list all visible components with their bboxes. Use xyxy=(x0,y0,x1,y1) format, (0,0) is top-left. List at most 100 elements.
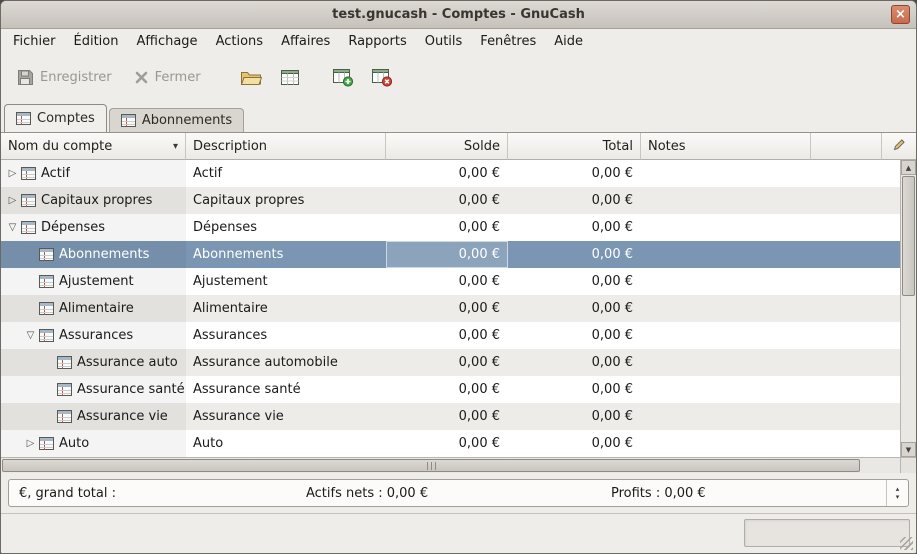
account-row-actif[interactable]: ▷ActifActif0,00 €0,00 € xyxy=(1,160,900,187)
account-description: Alimentaire xyxy=(186,295,386,322)
account-name: Assurances xyxy=(59,328,133,343)
account-icon xyxy=(121,114,136,127)
tab-abonnements[interactable]: Abonnements xyxy=(109,108,244,132)
expander-collapsed-icon[interactable]: ▷ xyxy=(5,168,20,179)
titlebar[interactable]: test.gnucash - Comptes - GnuCash × xyxy=(1,1,916,29)
accounts-page: Nom du compte▾Description Solde TotalNotes… xyxy=(1,133,916,473)
vscroll-trough[interactable] xyxy=(901,175,916,442)
window-close-button[interactable]: × xyxy=(891,5,910,24)
scroll-up-button[interactable]: ▲ xyxy=(901,160,916,175)
account-row-capitaux-propres[interactable]: ▷Capitaux propresCapitaux propres0,00 €0… xyxy=(1,187,900,214)
account-name: Auto xyxy=(59,436,89,451)
save-button[interactable]: Enregistrer xyxy=(7,63,122,92)
account-name: Dépenses xyxy=(41,220,105,235)
grand-total-label: €, grand total : xyxy=(9,486,296,501)
menu-edition[interactable]: Édition xyxy=(65,29,128,55)
account-row-abonnements[interactable]: AbonnementsAbonnements0,00 €0,00 € xyxy=(1,241,900,268)
hscroll-thumb[interactable] xyxy=(2,459,860,472)
menu-aide[interactable]: Aide xyxy=(545,29,592,55)
account-icon xyxy=(39,329,54,342)
account-total: 0,00 € xyxy=(508,430,641,457)
account-notes xyxy=(641,403,811,430)
menu-fichier[interactable]: Fichier xyxy=(4,29,65,55)
open-account-button[interactable] xyxy=(272,60,309,94)
account-name: Assurance auto xyxy=(77,355,178,370)
horizontal-scrollbar[interactable] xyxy=(1,457,900,473)
save-icon xyxy=(17,69,34,86)
column-header-total[interactable]: Total xyxy=(508,133,641,160)
close-icon: × xyxy=(895,8,906,21)
account-icon xyxy=(16,112,31,125)
account-row-assurance-auto[interactable]: Assurance autoAssurance automobile0,00 €… xyxy=(1,349,900,376)
table-header: Nom du compte▾Description Solde TotalNotes xyxy=(1,133,916,160)
menu-actions[interactable]: Actions xyxy=(207,29,273,55)
open-file-button[interactable] xyxy=(233,60,270,94)
column-options-button[interactable] xyxy=(882,133,916,160)
row-filler xyxy=(811,403,900,430)
menu-affaires[interactable]: Affaires xyxy=(272,29,339,55)
tab-label: Abonnements xyxy=(142,113,232,128)
account-solde: 0,00 € xyxy=(386,160,508,187)
account-description: Ajustement xyxy=(186,268,386,295)
account-icon xyxy=(57,356,72,369)
account-total: 0,00 € xyxy=(508,403,641,430)
account-total: 0,00 € xyxy=(508,187,641,214)
account-row-assurance-sante[interactable]: Assurance santéAssurance santé0,00 €0,00… xyxy=(1,376,900,403)
row-filler xyxy=(811,322,900,349)
menu-fenetres[interactable]: Fenêtres xyxy=(471,29,545,55)
account-row-ajustement[interactable]: AjustementAjustement0,00 €0,00 € xyxy=(1,268,900,295)
scroll-down-button[interactable]: ▼ xyxy=(901,442,916,457)
row-filler xyxy=(811,187,900,214)
tabbar: Comptes Abonnements xyxy=(1,99,916,133)
row-filler xyxy=(811,268,900,295)
scrollbar-corner xyxy=(900,457,916,473)
summary-options-spinner[interactable]: ▴ ▾ xyxy=(886,480,908,506)
account-notes xyxy=(641,376,811,403)
account-icon xyxy=(39,275,54,288)
account-row-depenses[interactable]: ▽DépensesDépenses0,00 €0,00 € xyxy=(1,214,900,241)
column-header-notes[interactable]: Notes xyxy=(641,133,811,160)
arrow-up-icon: ▲ xyxy=(906,164,911,172)
row-filler xyxy=(811,241,900,268)
expander-collapsed-icon[interactable]: ▷ xyxy=(5,195,20,206)
summary-bar-area: €, grand total : Actifs nets : 0,00 € Pr… xyxy=(1,473,916,513)
resize-grip[interactable] xyxy=(900,537,913,550)
menu-rapports[interactable]: Rapports xyxy=(339,29,415,55)
account-name: Assurance vie xyxy=(77,409,168,424)
column-header-nom-du-compte[interactable]: Nom du compte▾ xyxy=(1,133,186,160)
account-description: Abonnements xyxy=(186,241,386,268)
account-notes xyxy=(641,268,811,295)
account-name-cell: Abonnements xyxy=(1,241,186,268)
account-description: Assurance vie xyxy=(186,403,386,430)
account-notes xyxy=(641,295,811,322)
account-solde: 0,00 € xyxy=(386,430,508,457)
account-row-alimentaire[interactable]: AlimentaireAlimentaire0,00 €0,00 € xyxy=(1,295,900,322)
account-name: Actif xyxy=(41,166,70,181)
column-header-label: Solde xyxy=(464,139,500,154)
close-button-label: Fermer xyxy=(155,70,201,85)
tab-comptes[interactable]: Comptes xyxy=(4,104,107,132)
account-name-cell: ▽ Assurances xyxy=(1,322,186,349)
vscroll-thumb[interactable] xyxy=(902,176,915,296)
account-notes xyxy=(641,322,811,349)
account-icon xyxy=(39,248,54,261)
menu-outils[interactable]: Outils xyxy=(416,29,472,55)
delete-account-button[interactable] xyxy=(364,60,401,94)
expander-expanded-icon[interactable]: ▽ xyxy=(23,330,38,341)
account-description: Assurance automobile xyxy=(186,349,386,376)
vertical-scrollbar[interactable]: ▲ ▼ xyxy=(900,160,916,457)
account-row-auto[interactable]: ▷AutoAuto0,00 €0,00 € xyxy=(1,430,900,457)
new-account-button[interactable] xyxy=(325,60,362,94)
account-row-assurance-vie[interactable]: Assurance vieAssurance vie0,00 €0,00 € xyxy=(1,403,900,430)
menu-affichage[interactable]: Affichage xyxy=(127,29,206,55)
close-tab-button[interactable]: Fermer xyxy=(124,64,211,91)
column-header-solde[interactable]: Solde xyxy=(386,133,508,160)
column-header-filler xyxy=(811,133,882,160)
account-row-assurances[interactable]: ▽AssurancesAssurances0,00 €0,00 € xyxy=(1,322,900,349)
row-filler xyxy=(811,376,900,403)
column-header-description[interactable]: Description xyxy=(186,133,386,160)
expander-collapsed-icon[interactable]: ▷ xyxy=(23,438,38,449)
account-name: Capitaux propres xyxy=(41,193,152,208)
expander-expanded-icon[interactable]: ▽ xyxy=(5,222,20,233)
account-name: Ajustement xyxy=(59,274,134,289)
